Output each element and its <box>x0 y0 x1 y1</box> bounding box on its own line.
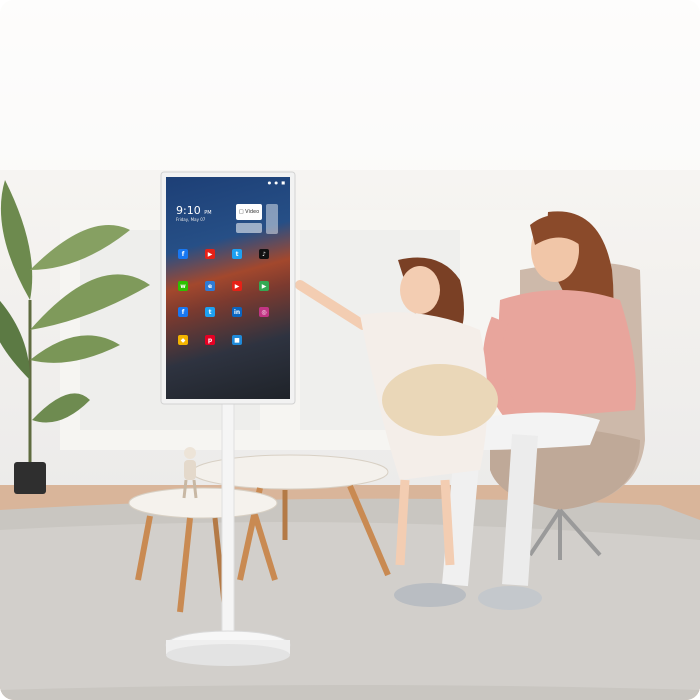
youtube-icon[interactable]: ▶ <box>205 249 215 259</box>
youtube-icon[interactable]: ▶ <box>232 281 242 291</box>
instagram-icon[interactable]: ◎ <box>259 307 269 317</box>
twitter-icon[interactable]: t <box>205 307 215 317</box>
product-photo: ● ● ■ 9:10 PM Friday, May 07 □ Video f ▶ t… <box>0 0 700 700</box>
clock-ampm: PM <box>204 210 212 216</box>
room-scene <box>0 0 700 700</box>
media-widget[interactable] <box>236 223 262 233</box>
side-widget[interactable] <box>266 204 278 234</box>
play-store-icon[interactable]: ▶ <box>259 281 269 291</box>
maps-icon[interactable]: ◆ <box>178 335 188 345</box>
date-label: Friday, May 07 <box>176 217 206 222</box>
linkedin-icon[interactable]: in <box>232 307 242 317</box>
facebook-icon[interactable]: f <box>178 249 188 259</box>
facebook-icon[interactable]: f <box>178 307 188 317</box>
plush-cat-pillow <box>382 364 498 436</box>
browser-icon[interactable]: e <box>205 281 215 291</box>
app-icon[interactable]: ■ <box>232 335 242 345</box>
tablet-screen: ● ● ■ 9:10 PM Friday, May 07 □ Video f ▶ t… <box>166 177 290 399</box>
status-bar: ● ● ■ <box>267 180 286 185</box>
clock-time: 9:10 <box>176 204 201 217</box>
video-widget[interactable]: □ Video <box>236 204 262 220</box>
pinterest-icon[interactable]: p <box>205 335 215 345</box>
twitter-icon[interactable]: t <box>232 249 242 259</box>
wechat-icon[interactable]: w <box>178 281 188 291</box>
tiktok-icon[interactable]: ♪ <box>259 249 269 259</box>
